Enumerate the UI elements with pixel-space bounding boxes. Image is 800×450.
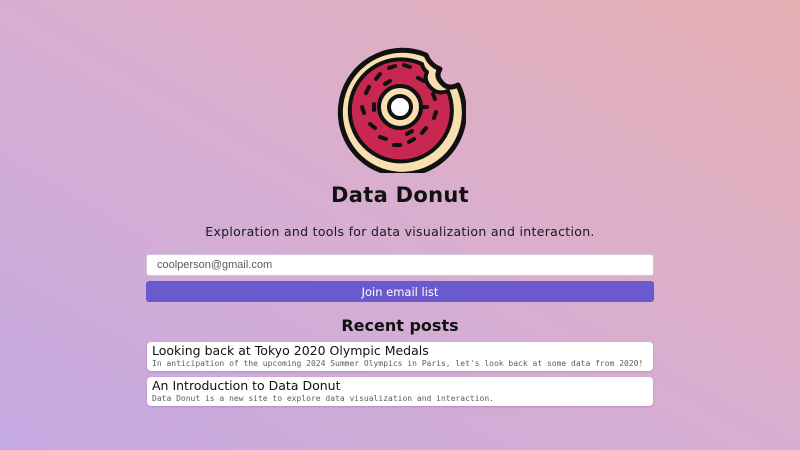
post-card-introduction[interactable]: An Introduction to Data Donut Data Donut… [147, 377, 653, 406]
post-card-tokyo-2020[interactable]: Looking back at Tokyo 2020 Olympic Medal… [147, 342, 653, 371]
donut-icon [337, 47, 466, 173]
landing-page: Data Donut Exploration and tools for dat… [0, 0, 800, 450]
post-excerpt: Data Donut is a new site to explore data… [152, 394, 494, 403]
post-title[interactable]: An Introduction to Data Donut [152, 378, 648, 393]
join-email-list-button[interactable]: Join email list [146, 281, 654, 302]
email-field[interactable] [146, 254, 654, 276]
post-title[interactable]: Looking back at Tokyo 2020 Olympic Medal… [152, 343, 648, 358]
recent-posts-heading: Recent posts [341, 316, 459, 335]
site-tagline: Exploration and tools for data visualiza… [205, 224, 595, 239]
site-title: Data Donut [331, 183, 469, 207]
post-excerpt: In anticipation of the upcoming 2024 Sum… [152, 359, 644, 368]
